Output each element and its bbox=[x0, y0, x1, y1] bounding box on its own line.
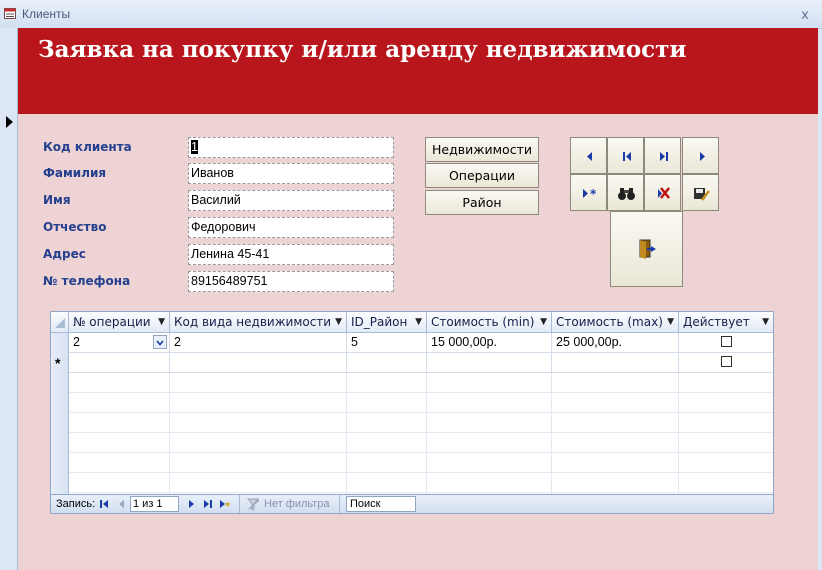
label-patronymic: Отчество bbox=[43, 220, 107, 234]
window-title: Клиенты bbox=[22, 7, 71, 21]
prev-record-icon bbox=[587, 152, 592, 161]
binoculars-icon bbox=[618, 188, 635, 200]
col-header-active-label: Действует bbox=[683, 315, 750, 329]
label-surname: Фамилия bbox=[43, 166, 107, 180]
filter-status[interactable]: Нет фильтра bbox=[264, 498, 330, 510]
cell-district[interactable]: 5 bbox=[347, 333, 427, 353]
first-name-field[interactable]: Василий bbox=[188, 190, 394, 211]
delete-record-button[interactable] bbox=[644, 174, 681, 211]
empty-grid-area bbox=[69, 373, 773, 495]
active-checkbox[interactable] bbox=[721, 336, 732, 347]
last-record-icon bbox=[660, 152, 668, 161]
client-code-field[interactable]: 1 bbox=[188, 137, 394, 158]
next-record-icon bbox=[700, 152, 705, 161]
new-record-icon[interactable]: * bbox=[220, 499, 232, 510]
new-cell-cost-max[interactable] bbox=[552, 353, 679, 373]
operations-datasheet: № операции ▼ Код вида недвижимости ▼ ID_Ра… bbox=[50, 311, 774, 514]
col-header-district-label: ID_Район bbox=[351, 315, 408, 329]
exit-button[interactable] bbox=[610, 211, 683, 287]
find-button[interactable] bbox=[607, 174, 644, 211]
col-header-district[interactable]: ID_Район ▼ bbox=[347, 312, 427, 333]
new-cell-district[interactable] bbox=[347, 353, 427, 373]
select-all-icon bbox=[55, 318, 65, 328]
col-header-active[interactable]: Действует ▼ bbox=[679, 312, 773, 333]
col-header-cost-max[interactable]: Стоимость (max) ▼ bbox=[552, 312, 679, 333]
combo-dropdown-button[interactable] bbox=[153, 335, 167, 349]
first-record-button[interactable] bbox=[607, 137, 644, 174]
search-input[interactable]: Поиск bbox=[346, 496, 416, 512]
current-record-icon bbox=[6, 116, 13, 128]
cell-operation[interactable]: 2 bbox=[69, 333, 170, 353]
cell-realty-type[interactable]: 2 bbox=[170, 333, 347, 353]
record-navigation-bar: Запись: 1 из 1 * Нет фильтра Поиск bbox=[50, 494, 774, 514]
col-header-cost-min-label: Стоимость (min) bbox=[431, 315, 535, 329]
col-header-realty-type-label: Код вида недвижимости bbox=[174, 315, 332, 329]
label-address: Адрес bbox=[43, 247, 86, 261]
record-selector[interactable] bbox=[0, 28, 18, 570]
phone-field[interactable]: 89156489751 bbox=[188, 271, 394, 292]
chevron-down-icon bbox=[156, 340, 164, 346]
label-phone: № телефона bbox=[43, 274, 131, 288]
first-record-icon bbox=[623, 152, 631, 161]
district-button[interactable]: Район bbox=[425, 190, 539, 215]
patronymic-field[interactable]: Федорович bbox=[188, 217, 394, 238]
address-field[interactable]: Ленина 45-41 bbox=[188, 244, 394, 265]
new-active-checkbox[interactable] bbox=[721, 356, 732, 367]
nav-divider bbox=[339, 495, 340, 513]
new-record-marker: * bbox=[55, 355, 61, 371]
sort-arrow-icon[interactable]: ▼ bbox=[540, 312, 547, 332]
exit-door-icon bbox=[639, 239, 656, 259]
record-position-field[interactable]: 1 из 1 bbox=[130, 496, 179, 512]
last-record-icon[interactable] bbox=[204, 500, 213, 509]
cell-cost-min[interactable]: 15 000,00р. bbox=[427, 333, 552, 353]
svg-text:*: * bbox=[590, 187, 597, 201]
last-record-button[interactable] bbox=[644, 137, 681, 174]
sort-arrow-icon[interactable]: ▼ bbox=[415, 312, 422, 332]
operations-button[interactable]: Операции bbox=[425, 163, 539, 188]
surname-field[interactable]: Иванов bbox=[188, 163, 394, 184]
first-record-icon[interactable] bbox=[100, 500, 109, 509]
new-cell-cost-min[interactable] bbox=[427, 353, 552, 373]
next-record-icon[interactable] bbox=[188, 500, 195, 509]
save-record-button[interactable] bbox=[682, 174, 719, 211]
sort-arrow-icon[interactable]: ▼ bbox=[667, 312, 674, 332]
form-icon bbox=[4, 8, 16, 19]
col-header-cost-max-label: Стоимость (max) bbox=[556, 315, 663, 329]
new-record-icon: * bbox=[583, 187, 597, 201]
filter-icon bbox=[247, 498, 260, 511]
client-code-value: 1 bbox=[191, 140, 198, 154]
col-header-cost-min[interactable]: Стоимость (min) ▼ bbox=[427, 312, 552, 333]
cell-operation-value: 2 bbox=[73, 335, 80, 349]
new-record-button[interactable]: * bbox=[570, 174, 607, 211]
delete-record-icon bbox=[658, 187, 670, 199]
new-cell-realty-type[interactable] bbox=[170, 353, 347, 373]
new-cell-active[interactable] bbox=[679, 353, 773, 373]
prev-record-icon[interactable] bbox=[118, 500, 125, 509]
col-header-realty-type[interactable]: Код вида недвижимости ▼ bbox=[170, 312, 347, 333]
form-title: Заявка на покупку и/или аренду недвижимо… bbox=[38, 36, 687, 63]
next-record-button[interactable] bbox=[682, 137, 719, 174]
col-header-operation-label: № операции bbox=[73, 315, 151, 329]
form-header: Заявка на покупку и/или аренду недвижимо… bbox=[18, 28, 818, 114]
col-header-operation[interactable]: № операции ▼ bbox=[69, 312, 170, 333]
label-client-code: Код клиента bbox=[43, 140, 132, 154]
new-cell-operation[interactable] bbox=[69, 353, 170, 373]
select-all-corner[interactable] bbox=[51, 312, 69, 333]
label-first-name: Имя bbox=[43, 193, 71, 207]
sort-arrow-icon[interactable]: ▼ bbox=[158, 312, 165, 332]
save-record-icon bbox=[694, 188, 710, 201]
sort-arrow-icon[interactable]: ▼ bbox=[762, 312, 769, 332]
realty-button[interactable]: Недвижимости bbox=[425, 137, 539, 162]
window-title-bar: Клиенты x bbox=[0, 0, 822, 29]
nav-divider bbox=[239, 495, 240, 513]
cell-active[interactable] bbox=[679, 333, 773, 353]
svg-text:*: * bbox=[225, 501, 231, 510]
prev-record-button[interactable] bbox=[570, 137, 607, 174]
cell-cost-max[interactable]: 25 000,00р. bbox=[552, 333, 679, 353]
record-label: Запись: bbox=[56, 498, 96, 510]
close-icon[interactable]: x bbox=[796, 5, 814, 23]
sort-arrow-icon[interactable]: ▼ bbox=[335, 312, 342, 332]
